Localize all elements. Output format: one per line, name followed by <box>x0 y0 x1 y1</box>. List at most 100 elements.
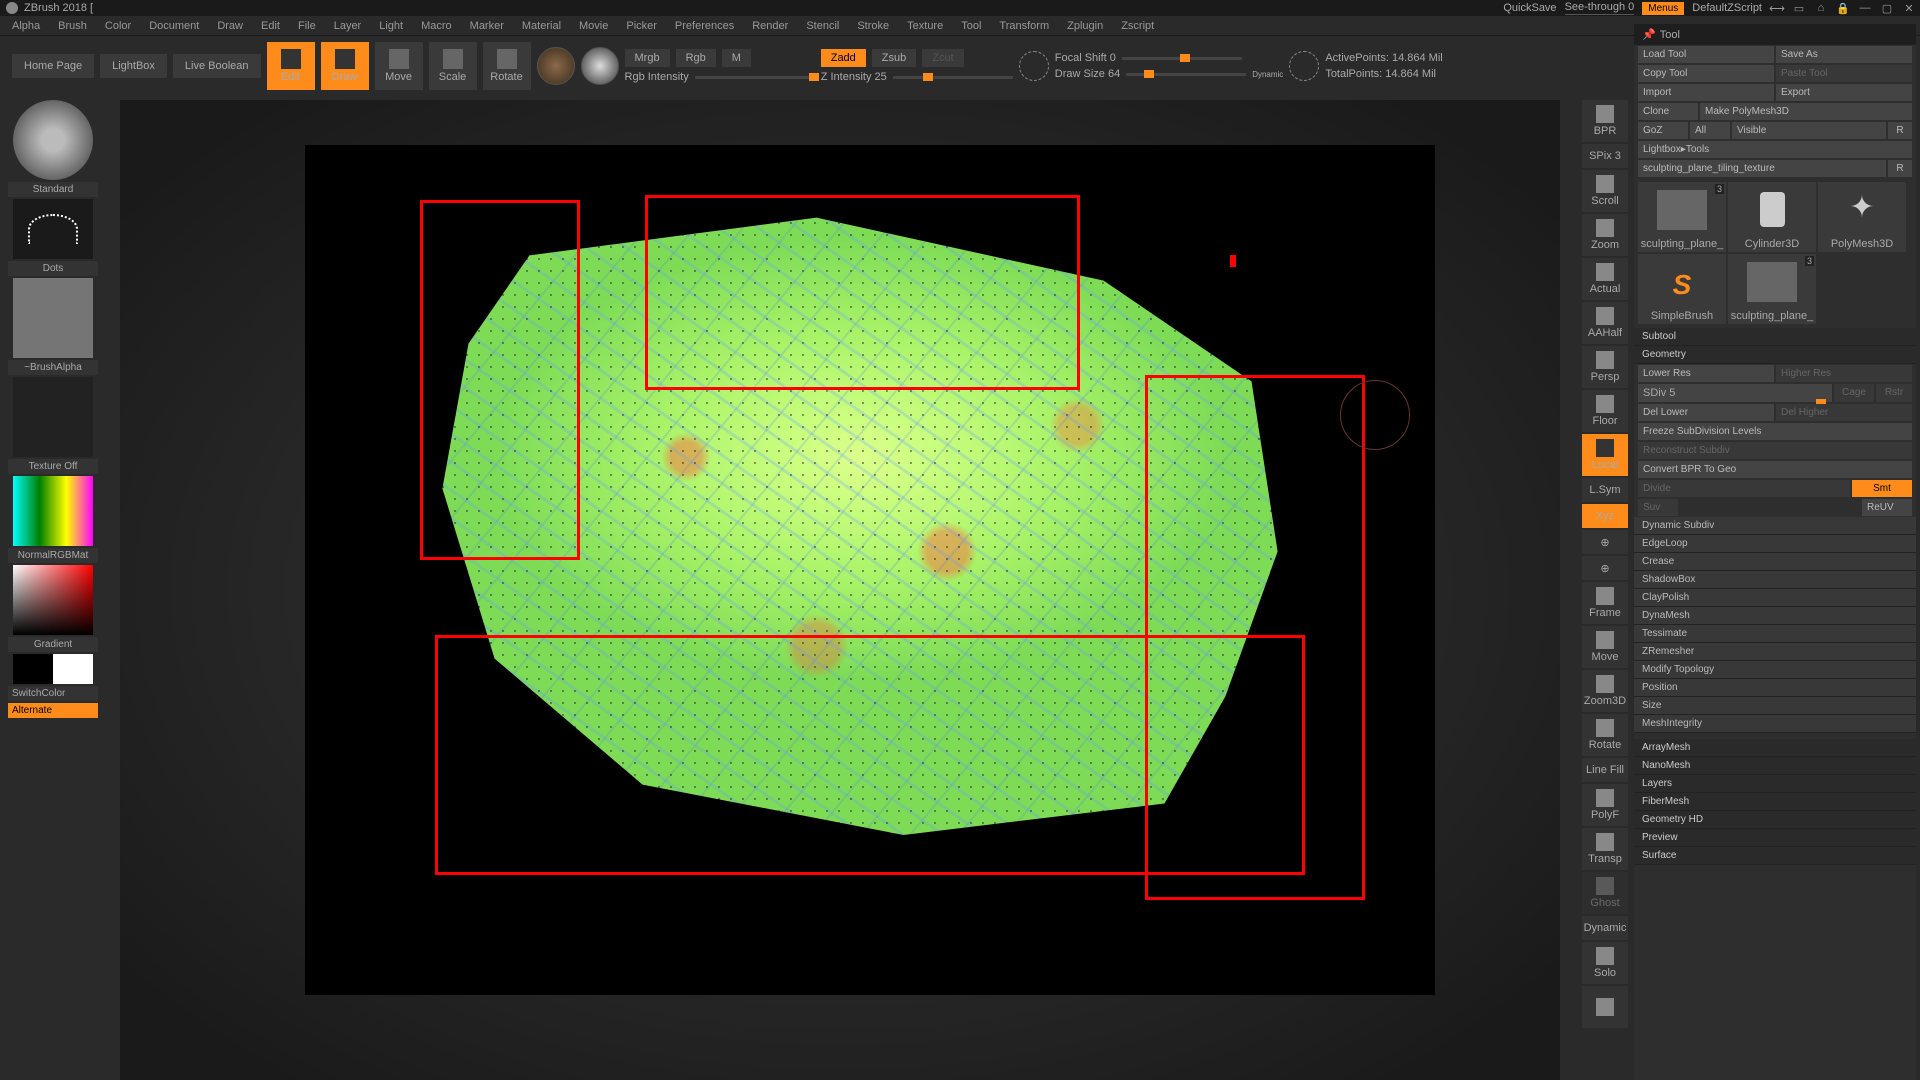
ghost-button[interactable]: Ghost <box>1582 872 1628 914</box>
zadd-button[interactable]: Zadd <box>821 49 866 67</box>
menu-color[interactable]: Color <box>105 20 131 32</box>
geometry-section[interactable]: Geometry <box>1634 346 1916 364</box>
minimize-icon[interactable]: — <box>1858 1 1872 15</box>
home-page-button[interactable]: Home Page <box>12 54 94 78</box>
transp-button[interactable]: Transp <box>1582 828 1628 870</box>
local-button[interactable]: Local <box>1582 434 1628 476</box>
rotate3d-button[interactable]: Rotate <box>1582 714 1628 756</box>
lightbox-tools-button[interactable]: Lightbox▸Tools <box>1638 141 1912 158</box>
section-nanomesh[interactable]: NanoMesh <box>1634 757 1916 775</box>
seethrough-slider[interactable]: See-through 0 <box>1565 1 1635 15</box>
menu-draw[interactable]: Draw <box>217 20 243 32</box>
menu-file[interactable]: File <box>298 20 316 32</box>
divide-button[interactable]: Divide <box>1638 480 1850 497</box>
tool-thumb-cylinder[interactable]: Cylinder3D <box>1728 182 1816 252</box>
section-preview[interactable]: Preview <box>1634 829 1916 847</box>
material-swatch-2[interactable] <box>581 47 619 85</box>
goz-r-button[interactable]: R <box>1888 122 1912 139</box>
color-swatches[interactable] <box>13 654 93 684</box>
polyf-button[interactable]: PolyF <box>1582 784 1628 826</box>
section-modify-topology[interactable]: Modify Topology <box>1634 661 1916 679</box>
m-button[interactable]: M <box>722 49 751 67</box>
tool-name-field[interactable]: sculpting_plane_tiling_texture <box>1638 160 1886 177</box>
menu-tool[interactable]: Tool <box>961 20 981 32</box>
section-fibermesh[interactable]: FiberMesh <box>1634 793 1916 811</box>
menu-document[interactable]: Document <box>149 20 199 32</box>
switch-color-button[interactable]: SwitchColor <box>8 686 98 701</box>
zcut-button[interactable]: Zcut <box>922 49 963 67</box>
freeze-subdiv-button[interactable]: Freeze SubDivision Levels <box>1638 423 1912 440</box>
focal-shift-slider[interactable] <box>1122 57 1242 60</box>
load-tool-button[interactable]: Load Tool <box>1638 46 1774 63</box>
floor-button[interactable]: Floor <box>1582 390 1628 432</box>
menu-render[interactable]: Render <box>752 20 788 32</box>
dynamic-label[interactable]: Dynamic <box>1252 70 1283 79</box>
bpr-button[interactable]: BPR <box>1582 100 1628 142</box>
layout-icon[interactable]: ▭ <box>1792 1 1806 15</box>
xyz-button[interactable]: Xyz <box>1582 504 1628 528</box>
menu-picker[interactable]: Picker <box>626 20 657 32</box>
maximize-icon[interactable]: ▢ <box>1880 1 1894 15</box>
menu-alpha[interactable]: Alpha <box>12 20 40 32</box>
menu-light[interactable]: Light <box>379 20 403 32</box>
z-intensity-slider[interactable] <box>893 76 1013 79</box>
goz-button[interactable]: GoZ <box>1638 122 1688 139</box>
lower-res-button[interactable]: Lower Res <box>1638 365 1774 382</box>
material-thumbnail[interactable] <box>13 476 93 546</box>
suv-button[interactable]: Suv <box>1638 499 1678 516</box>
section-dynamesh[interactable]: DynaMesh <box>1634 607 1916 625</box>
section-layers[interactable]: Layers <box>1634 775 1916 793</box>
persp-button[interactable]: Persp <box>1582 346 1628 388</box>
paste-tool-button[interactable]: Paste Tool <box>1776 65 1912 82</box>
gizmo-icon[interactable] <box>1289 51 1319 81</box>
tool-header[interactable]: 📌Tool <box>1634 24 1916 45</box>
live-boolean-button[interactable]: Live Boolean <box>173 54 261 78</box>
smt-button[interactable]: Smt <box>1852 480 1912 497</box>
axis-y-button[interactable]: ⊕ <box>1582 530 1628 554</box>
reconstruct-button[interactable]: Reconstruct Subdiv <box>1638 442 1912 459</box>
menus-button[interactable]: Menus <box>1642 2 1684 15</box>
import-button[interactable]: Import <box>1638 84 1774 101</box>
rgb-intensity-slider[interactable] <box>695 76 815 79</box>
section-claypolish[interactable]: ClayPolish <box>1634 589 1916 607</box>
higher-res-button[interactable]: Higher Res <box>1776 365 1912 382</box>
scroll-button[interactable]: Scroll <box>1582 170 1628 212</box>
move3d-button[interactable]: Move <box>1582 626 1628 668</box>
menu-macro[interactable]: Macro <box>421 20 452 32</box>
solo-button[interactable]: Solo <box>1582 942 1628 984</box>
menu-brush[interactable]: Brush <box>58 20 87 32</box>
canvas-area[interactable] <box>120 100 1560 1080</box>
copy-tool-button[interactable]: Copy Tool <box>1638 65 1774 82</box>
section-position[interactable]: Position <box>1634 679 1916 697</box>
tool-thumb-simplebrush[interactable]: SimpleBrush <box>1638 254 1726 324</box>
rgb-button[interactable]: Rgb <box>676 49 716 67</box>
menu-edit[interactable]: Edit <box>261 20 280 32</box>
section-meshintegrity[interactable]: MeshIntegrity <box>1634 715 1916 733</box>
save-as-button[interactable]: Save As <box>1776 46 1912 63</box>
section-surface[interactable]: Surface <box>1634 847 1916 865</box>
menu-marker[interactable]: Marker <box>470 20 504 32</box>
section-geometryhd[interactable]: Geometry HD <box>1634 811 1916 829</box>
menu-material[interactable]: Material <box>522 20 561 32</box>
tool-r-button[interactable]: R <box>1888 160 1912 177</box>
rstr-button[interactable]: Rstr <box>1876 384 1912 402</box>
menu-movie[interactable]: Movie <box>579 20 608 32</box>
menu-stroke[interactable]: Stroke <box>857 20 889 32</box>
aahalf-button[interactable]: AAHalf <box>1582 302 1628 344</box>
menu-zscript[interactable]: Zscript <box>1121 20 1154 32</box>
alpha-thumbnail[interactable] <box>13 278 93 358</box>
edit-mode-button[interactable]: Edit <box>267 42 315 90</box>
scale-mode-button[interactable]: Scale <box>429 42 477 90</box>
draw-mode-button[interactable]: Draw <box>321 42 369 90</box>
zoom-button[interactable]: Zoom <box>1582 214 1628 256</box>
focal-icon[interactable] <box>1019 51 1049 81</box>
lsym-button[interactable]: L.Sym <box>1582 478 1628 502</box>
menu-preferences[interactable]: Preferences <box>675 20 734 32</box>
clone-button[interactable]: Clone <box>1638 103 1698 120</box>
menu-zplugin[interactable]: Zplugin <box>1067 20 1103 32</box>
alternate-button[interactable]: Alternate <box>8 703 98 718</box>
section-size[interactable]: Size <box>1634 697 1916 715</box>
tool-thumb-plane[interactable]: 3sculpting_plane_ <box>1728 254 1816 324</box>
section-shadowbox[interactable]: ShadowBox <box>1634 571 1916 589</box>
lock-icon[interactable]: 🔒 <box>1836 1 1850 15</box>
